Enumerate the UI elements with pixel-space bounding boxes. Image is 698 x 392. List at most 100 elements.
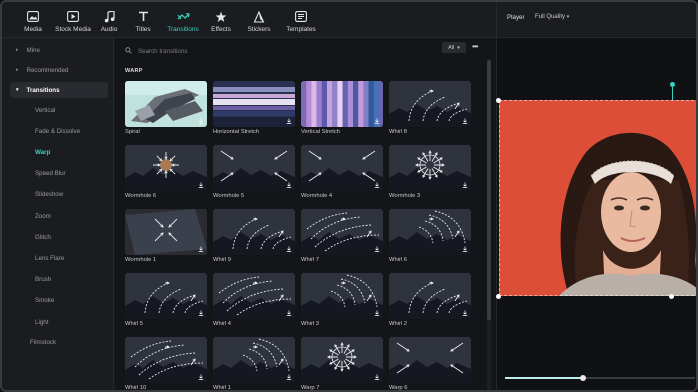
transition-name: Whirl 3 (301, 321, 320, 327)
toolbar-audio-button[interactable]: Audio (94, 3, 124, 37)
transition-tile[interactable]: Whirl 7 (301, 209, 383, 263)
transition-tile[interactable]: Warp 6 (389, 337, 471, 390)
download-icon[interactable] (198, 118, 204, 124)
sidebar-item-glitch[interactable]: Glitch (10, 229, 108, 245)
resize-handle-bottom-left[interactable] (496, 294, 501, 299)
download-icon[interactable] (198, 310, 204, 316)
search-bar[interactable]: Search transitions (125, 44, 435, 58)
sidebar-item-lens-flare[interactable]: Lens Flare (10, 250, 108, 266)
transition-tile[interactable]: Whirl 10 (125, 337, 207, 391)
sidebar-item-fade-dissolve[interactable]: Fade & Dissolve (10, 123, 108, 139)
transition-tile[interactable]: Whirl 6 (389, 209, 471, 263)
sidebar-item-label: Recommended (26, 66, 69, 74)
transition-tile[interactable]: Whirl 5 (125, 273, 207, 327)
sidebar-item-filmstock[interactable]: Filmstock (10, 334, 108, 350)
media-icon (26, 10, 40, 23)
scrollbar-thumb[interactable] (487, 60, 491, 320)
download-icon[interactable] (462, 246, 468, 252)
download-icon[interactable] (198, 246, 204, 252)
toolbar-effects-button[interactable]: Effects (204, 3, 238, 37)
sidebar-item-zoom[interactable]: Zoom (10, 208, 108, 224)
transition-tile[interactable]: Wormhole 1 (125, 209, 207, 263)
transition-tile[interactable]: Vertical Stretch (301, 81, 383, 135)
toolbar-stickers-button[interactable]: Stickers (238, 3, 280, 37)
app-window: Media Stock Media Audio Titles Transitions Ef… (0, 0, 698, 392)
transition-tile[interactable]: Whirl 8 (389, 81, 471, 135)
toolbar-media-button[interactable]: Media (14, 3, 52, 37)
download-icon[interactable] (374, 182, 380, 188)
transition-thumbnail (389, 273, 471, 319)
download-icon[interactable] (286, 182, 292, 188)
sidebar-item-light[interactable]: Light (10, 314, 108, 330)
transition-tile[interactable]: Horizontal Stretch (213, 81, 295, 135)
sidebar-item-speed-blur[interactable]: Speed Blur (10, 166, 108, 182)
stickers-icon (252, 10, 266, 23)
transition-tile[interactable]: Wormhole 6 (125, 145, 207, 199)
toolbar-label: Templates (286, 26, 316, 33)
transition-thumbnail (301, 145, 383, 191)
download-icon[interactable] (374, 246, 380, 252)
transition-name: Wormhole 5 (213, 193, 245, 199)
toolbar-transitions-button[interactable]: Transitions (162, 3, 204, 37)
download-icon[interactable] (374, 118, 380, 124)
sidebar-item-vertical[interactable]: Vertical (10, 102, 108, 118)
transition-tile[interactable]: Whirl 1 (213, 337, 295, 390)
sidebar-item-smoke[interactable]: Smoke (10, 293, 108, 309)
transition-tile[interactable]: Warp 7 (301, 337, 383, 391)
transition-tile[interactable]: Spiral (125, 81, 207, 135)
transition-name: Warp 7 (301, 385, 320, 391)
sidebar-item-slideshow[interactable]: Slideshow (10, 187, 108, 203)
playback-slider[interactable] (505, 375, 695, 381)
sidebar-item-mine[interactable]: ▸ Mine (10, 42, 108, 58)
transition-tile[interactable]: Whirl 9 (213, 209, 295, 263)
transition-name: Wormhole 3 (389, 193, 421, 199)
sidebar-item-label: Fade & Dissolve (35, 127, 81, 135)
playhead-knob[interactable] (579, 375, 586, 381)
transition-thumbnail (125, 337, 207, 383)
sidebar-item-recommended[interactable]: ▸ Recommended (10, 62, 108, 78)
download-icon[interactable] (374, 310, 380, 316)
transition-thumbnail (389, 209, 471, 255)
sidebar-item-brush[interactable]: Brush (10, 272, 108, 288)
transition-tile[interactable]: Wormhole 5 (213, 145, 295, 199)
transition-thumbnail (213, 145, 295, 191)
download-icon[interactable] (462, 310, 468, 316)
download-icon[interactable] (198, 374, 204, 380)
toolbar-templates-button[interactable]: Templates (280, 3, 322, 37)
toolbar-titles-button[interactable]: Titles (124, 3, 162, 37)
download-icon[interactable] (286, 246, 292, 252)
sidebar-item-transitions[interactable]: ▾ Transitions (10, 82, 108, 98)
download-icon[interactable] (286, 374, 292, 380)
search-input[interactable]: Search transitions (138, 48, 188, 55)
quality-dropdown[interactable]: Full Quality ▾ (535, 14, 569, 20)
scrollbar[interactable] (487, 60, 491, 390)
download-icon[interactable] (462, 118, 468, 124)
sidebar-item-warp[interactable]: Warp (10, 144, 108, 160)
video-preview[interactable] (499, 100, 696, 296)
transition-tile[interactable]: Whirl 2 (389, 273, 471, 327)
toolbar-label: Audio (100, 26, 118, 33)
transition-thumbnail (301, 273, 383, 319)
transition-thumbnail (213, 81, 295, 127)
download-icon[interactable] (286, 118, 292, 124)
resize-handle-top-left[interactable] (496, 98, 501, 103)
filter-dropdown[interactable]: All ▾ (442, 42, 466, 53)
toolbar-stock-media-button[interactable]: Stock Media (52, 3, 94, 37)
transition-tile[interactable]: Whirl 3 (301, 273, 383, 327)
search-icon (125, 46, 132, 56)
transition-thumbnail (125, 273, 207, 319)
transition-name: Whirl 10 (125, 385, 147, 391)
transition-thumbnail (213, 273, 295, 319)
transition-thumbnail (125, 209, 207, 255)
download-icon[interactable] (462, 182, 468, 188)
download-icon[interactable] (286, 310, 292, 316)
download-icon[interactable] (198, 182, 204, 188)
download-icon[interactable] (374, 374, 380, 380)
transition-tile[interactable]: Wormhole 3 (389, 145, 471, 199)
transition-tile[interactable]: Whirl 4 (213, 273, 295, 327)
chevron-down-icon: ▾ (457, 44, 460, 51)
transition-tile[interactable]: Wormhole 4 (301, 145, 383, 199)
resize-handle-bottom-right[interactable] (669, 294, 674, 299)
more-options-icon[interactable]: ••• (472, 42, 478, 51)
transition-name: Horizontal Stretch (213, 129, 260, 135)
